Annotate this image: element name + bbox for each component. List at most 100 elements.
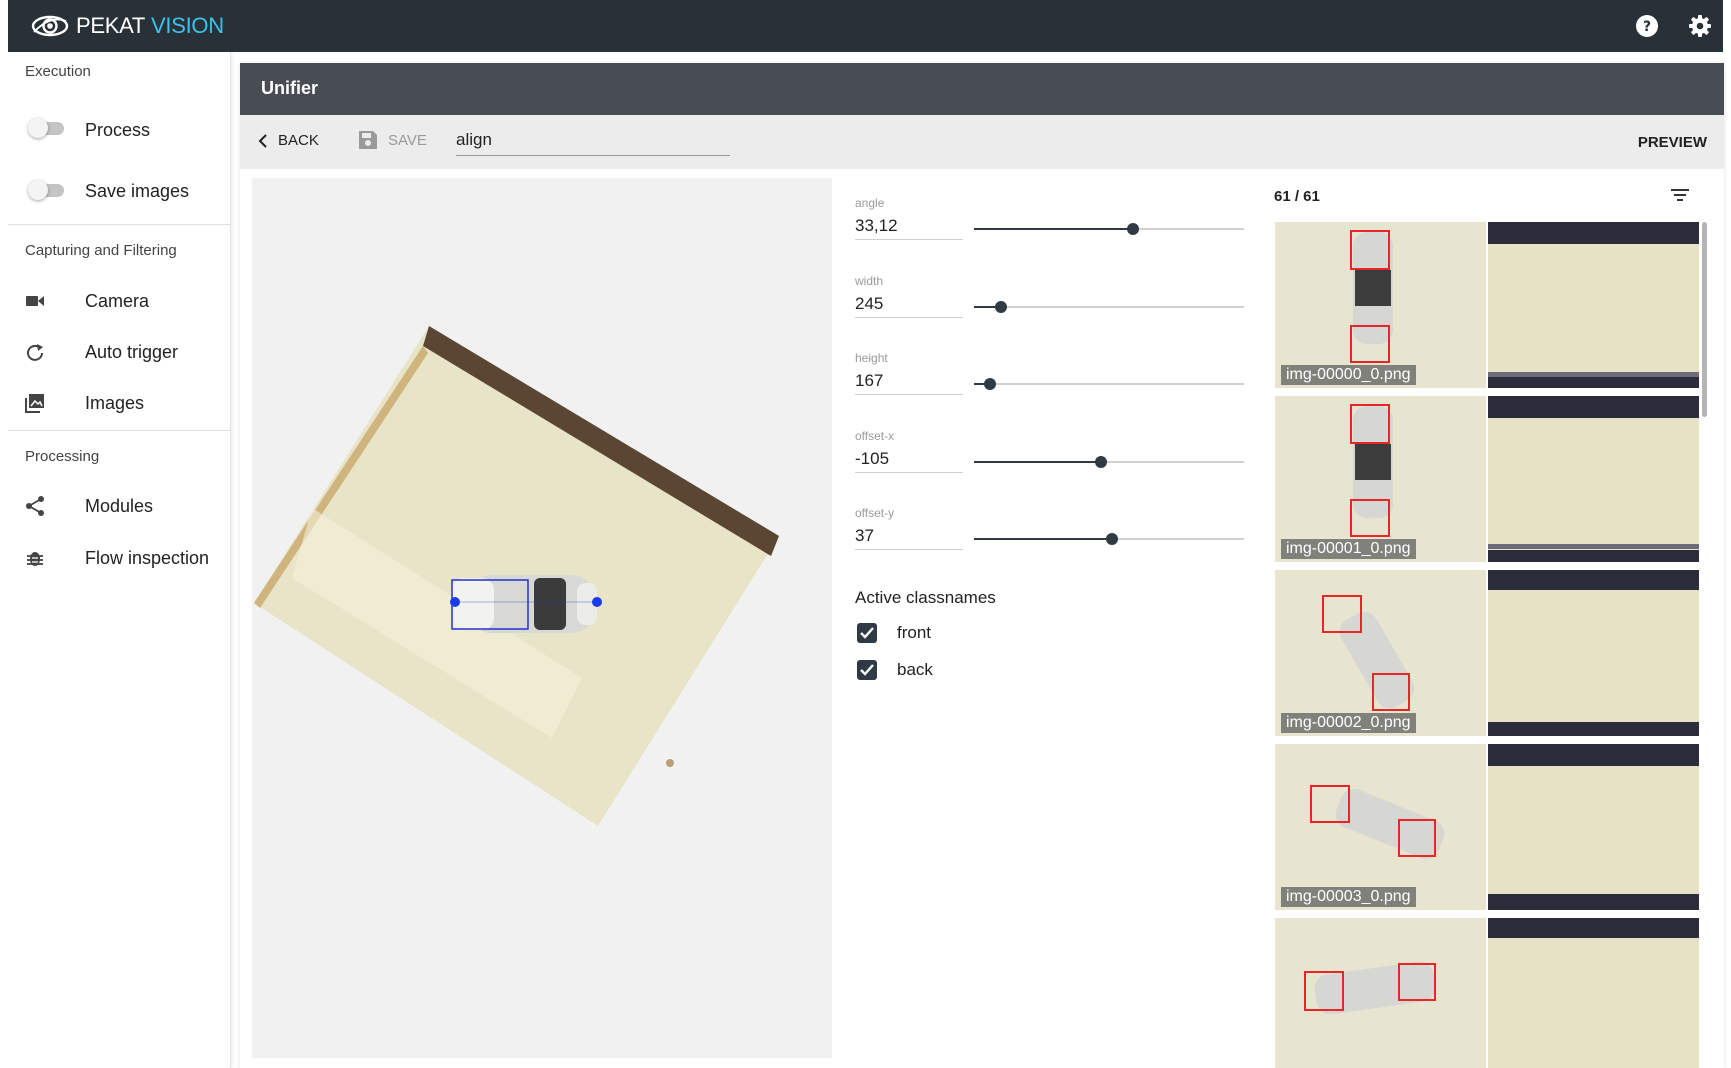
sidebar: Execution Process Save images Capturing … xyxy=(8,52,231,1068)
aligned-image xyxy=(254,326,779,826)
chevron-left-icon xyxy=(258,133,267,148)
param-label: width xyxy=(855,274,884,288)
width-input[interactable] xyxy=(855,291,963,318)
image-count: 61 / 61 xyxy=(1274,188,1320,205)
slider-thumb[interactable] xyxy=(995,301,1007,313)
param-label: offset-y xyxy=(855,506,895,520)
gallery-thumbnail[interactable]: img-00001_0.png xyxy=(1275,396,1486,562)
slider-fill xyxy=(974,228,1134,230)
section-title-capturing: Capturing and Filtering xyxy=(25,242,177,259)
preview-button[interactable]: PREVIEW xyxy=(1638,134,1707,151)
offset-y-input[interactable] xyxy=(855,523,963,550)
slider-fill xyxy=(974,461,1101,463)
param-angle: angle xyxy=(855,196,1255,258)
param-width: width xyxy=(855,274,1255,336)
section-title-execution: Execution xyxy=(25,63,91,80)
page-title: Unifier xyxy=(261,78,319,98)
gallery-row: img-00002_0.png xyxy=(1275,570,1699,736)
offset-x-slider[interactable] xyxy=(974,455,1244,469)
sidebar-item-flow-inspection[interactable]: Flow inspection xyxy=(8,538,230,578)
eye-logo-icon xyxy=(31,15,69,37)
thumbnail-image xyxy=(1275,918,1486,1068)
module-name-input[interactable] xyxy=(456,125,730,156)
image-gallery: img-00000_0.png img-00001_0.png img-0000… xyxy=(1275,222,1699,1068)
car-object xyxy=(452,575,597,633)
settings-gear-icon[interactable] xyxy=(1688,14,1712,38)
section-title-processing: Processing xyxy=(25,448,100,465)
gallery-thumbnail[interactable] xyxy=(1275,918,1486,1068)
gallery-thumbnail[interactable]: img-00003_0.png xyxy=(1275,744,1486,910)
slider-fill xyxy=(974,538,1112,540)
sidebar-item-camera[interactable]: Camera xyxy=(8,281,230,321)
thumbnail-filename: img-00002_0.png xyxy=(1281,713,1416,733)
param-label: offset-x xyxy=(855,429,895,443)
slider-thumb[interactable] xyxy=(1127,223,1140,235)
thumbnail-image xyxy=(1275,222,1486,388)
toggle-knob xyxy=(28,180,48,200)
width-slider[interactable] xyxy=(974,300,1244,314)
sidebar-item-auto-trigger[interactable]: Auto trigger xyxy=(8,332,230,372)
gallery-scrollbar[interactable] xyxy=(1702,222,1707,417)
offset-x-input[interactable] xyxy=(855,446,963,473)
gallery-unified-thumbnail[interactable] xyxy=(1488,396,1699,562)
alignment-point-front[interactable] xyxy=(450,597,460,607)
alignment-point-back[interactable] xyxy=(592,597,602,607)
help-icon[interactable]: ? xyxy=(1635,14,1659,38)
thumbnail-filename: img-00003_0.png xyxy=(1281,887,1416,907)
gallery-unified-thumbnail[interactable] xyxy=(1488,222,1699,388)
angle-input[interactable] xyxy=(855,213,963,240)
sidebar-item-modules[interactable]: Modules xyxy=(8,486,230,526)
front-checkbox[interactable] xyxy=(857,623,877,643)
param-label: angle xyxy=(855,196,885,210)
filter-icon[interactable] xyxy=(1668,183,1692,207)
gallery-unified-thumbnail[interactable] xyxy=(1488,744,1699,910)
divider xyxy=(8,224,230,225)
angle-slider[interactable] xyxy=(974,222,1244,236)
save-images-label: Save images xyxy=(85,181,190,201)
save-button[interactable]: SAVE xyxy=(358,130,427,150)
process-toggle[interactable] xyxy=(28,118,68,138)
save-images-toggle[interactable] xyxy=(28,180,68,200)
active-classnames-title: Active classnames xyxy=(855,588,996,607)
gallery-row xyxy=(1275,918,1699,1068)
video-camera-icon xyxy=(26,296,44,306)
bug-icon xyxy=(27,552,43,566)
sidebar-item-images[interactable]: Images xyxy=(8,383,230,423)
param-offset-y: offset-y xyxy=(855,506,1255,568)
slider-rail xyxy=(974,306,1244,308)
slider-thumb[interactable] xyxy=(1094,456,1107,468)
sidebar-item-label: Images xyxy=(85,393,145,413)
back-checkbox[interactable] xyxy=(857,660,877,680)
gallery-row: img-00000_0.png xyxy=(1275,222,1699,388)
sidebar-item-label: Modules xyxy=(85,496,154,516)
brand-accent: VISION xyxy=(151,13,224,38)
panel-header: Unifier xyxy=(240,63,1724,115)
gallery-thumbnail[interactable]: img-00002_0.png xyxy=(1275,570,1486,736)
back-button[interactable]: BACK xyxy=(258,132,319,149)
unified-image xyxy=(1488,918,1699,1068)
offset-y-slider[interactable] xyxy=(974,532,1244,546)
top-bar: PEKAT VISION ? xyxy=(8,0,1723,52)
gallery-unified-thumbnail[interactable] xyxy=(1488,918,1699,1068)
checkmark-icon xyxy=(860,664,874,676)
front-label: front xyxy=(897,623,932,642)
checkmark-icon xyxy=(860,627,874,639)
toggle-knob xyxy=(28,118,48,138)
height-slider[interactable] xyxy=(974,377,1244,391)
slider-rail xyxy=(974,383,1244,385)
param-height: height xyxy=(855,351,1255,413)
slider-thumb[interactable] xyxy=(1105,533,1118,545)
gallery-row: img-00001_0.png xyxy=(1275,396,1699,562)
image-preview[interactable] xyxy=(252,178,832,1058)
gallery-unified-thumbnail[interactable] xyxy=(1488,570,1699,736)
divider xyxy=(8,430,230,431)
app-logo: PEKAT VISION xyxy=(30,13,224,39)
share-icon xyxy=(26,496,44,516)
gallery-thumbnail[interactable]: img-00000_0.png xyxy=(1275,222,1486,388)
unified-image xyxy=(1488,396,1699,562)
height-input[interactable] xyxy=(855,368,963,395)
brand-main: PEKAT xyxy=(76,13,146,38)
slider-thumb[interactable] xyxy=(984,378,997,390)
thumbnail-image xyxy=(1275,570,1486,736)
unified-image xyxy=(1488,570,1699,736)
